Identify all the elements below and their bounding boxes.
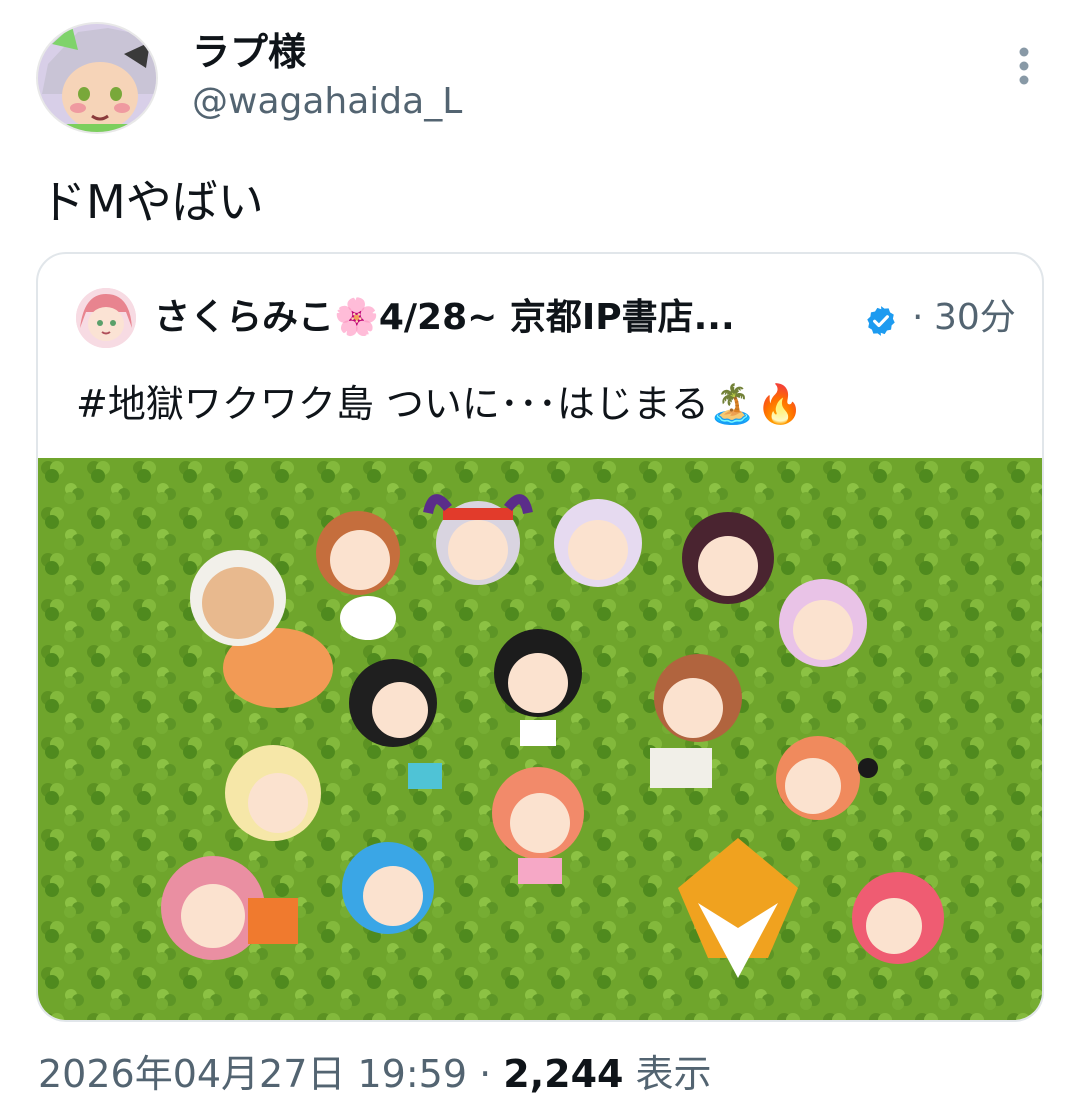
author-display-name[interactable]: ラプ様 [192,28,462,76]
quoted-tweet-card[interactable]: さくらみこ🌸4/28~ 京都IP書店... · 30分 #地獄ワクワク島 ついに… [36,252,1044,1022]
tweet-footer: 2026年04月27日 19:59 · 2,244 表示 [38,1046,712,1102]
tweet-text: ドMやばい [40,175,264,229]
tweet-datetime[interactable]: 2026年04月27日 19:59 [38,1052,467,1096]
footer-separator: · [467,1052,504,1096]
author-names: ラプ様 @wagahaida_L [192,28,462,128]
character-6 [779,579,867,667]
more-options-button[interactable] [1004,46,1044,86]
tweet-header: ラプ様 @wagahaida_L [36,22,1044,134]
quoted-tweet-header: さくらみこ🌸4/28~ 京都IP書店... · 30分 [76,288,1016,348]
separator-dot: · [912,297,924,338]
author-avatar[interactable] [36,22,158,134]
quoted-author-name[interactable]: さくらみこ🌸4/28~ 京都IP書店... [154,292,735,344]
quoted-tweet-image[interactable] [38,458,1042,1020]
character-4 [554,499,642,587]
character-5 [682,512,774,604]
character-10 [225,745,321,841]
author-handle[interactable]: @wagahaida_L [192,76,462,128]
quoted-author-avatar[interactable] [76,288,136,348]
more-vertical-icon [1004,46,1044,86]
character-14 [342,842,434,934]
quoted-timestamp[interactable]: 30分 [934,292,1016,344]
character-16 [852,872,944,964]
verified-badge-icon [864,304,898,342]
views-label: 表示 [623,1052,712,1096]
views-count[interactable]: 2,244 [503,1052,623,1096]
quoted-tweet-text: #地獄ワクワク島 ついに･･･はじまる🏝️🔥 [76,382,804,426]
